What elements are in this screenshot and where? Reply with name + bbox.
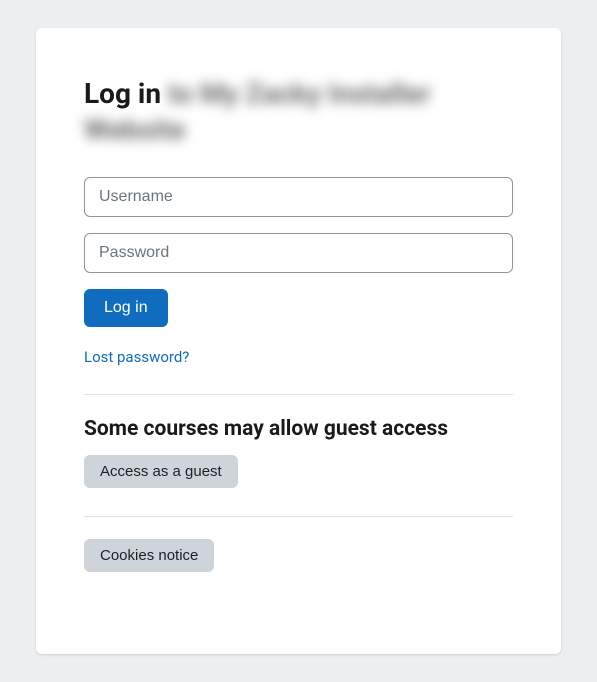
cookies-notice-button[interactable]: Cookies notice: [84, 539, 214, 572]
guest-access-button[interactable]: Access as a guest: [84, 455, 238, 488]
lost-password-link[interactable]: Lost password?: [84, 348, 189, 366]
login-card: Log in to My Zacky Installer Website Log…: [36, 28, 561, 654]
username-input[interactable]: [84, 177, 513, 217]
login-button[interactable]: Log in: [84, 289, 168, 327]
password-input[interactable]: [84, 233, 513, 273]
divider: [84, 516, 513, 517]
guest-heading: Some courses may allow guest access: [84, 417, 513, 441]
divider: [84, 394, 513, 395]
page-title: Log in to My Zacky Installer Website: [84, 76, 513, 149]
heading-prefix: Log in: [84, 77, 161, 110]
